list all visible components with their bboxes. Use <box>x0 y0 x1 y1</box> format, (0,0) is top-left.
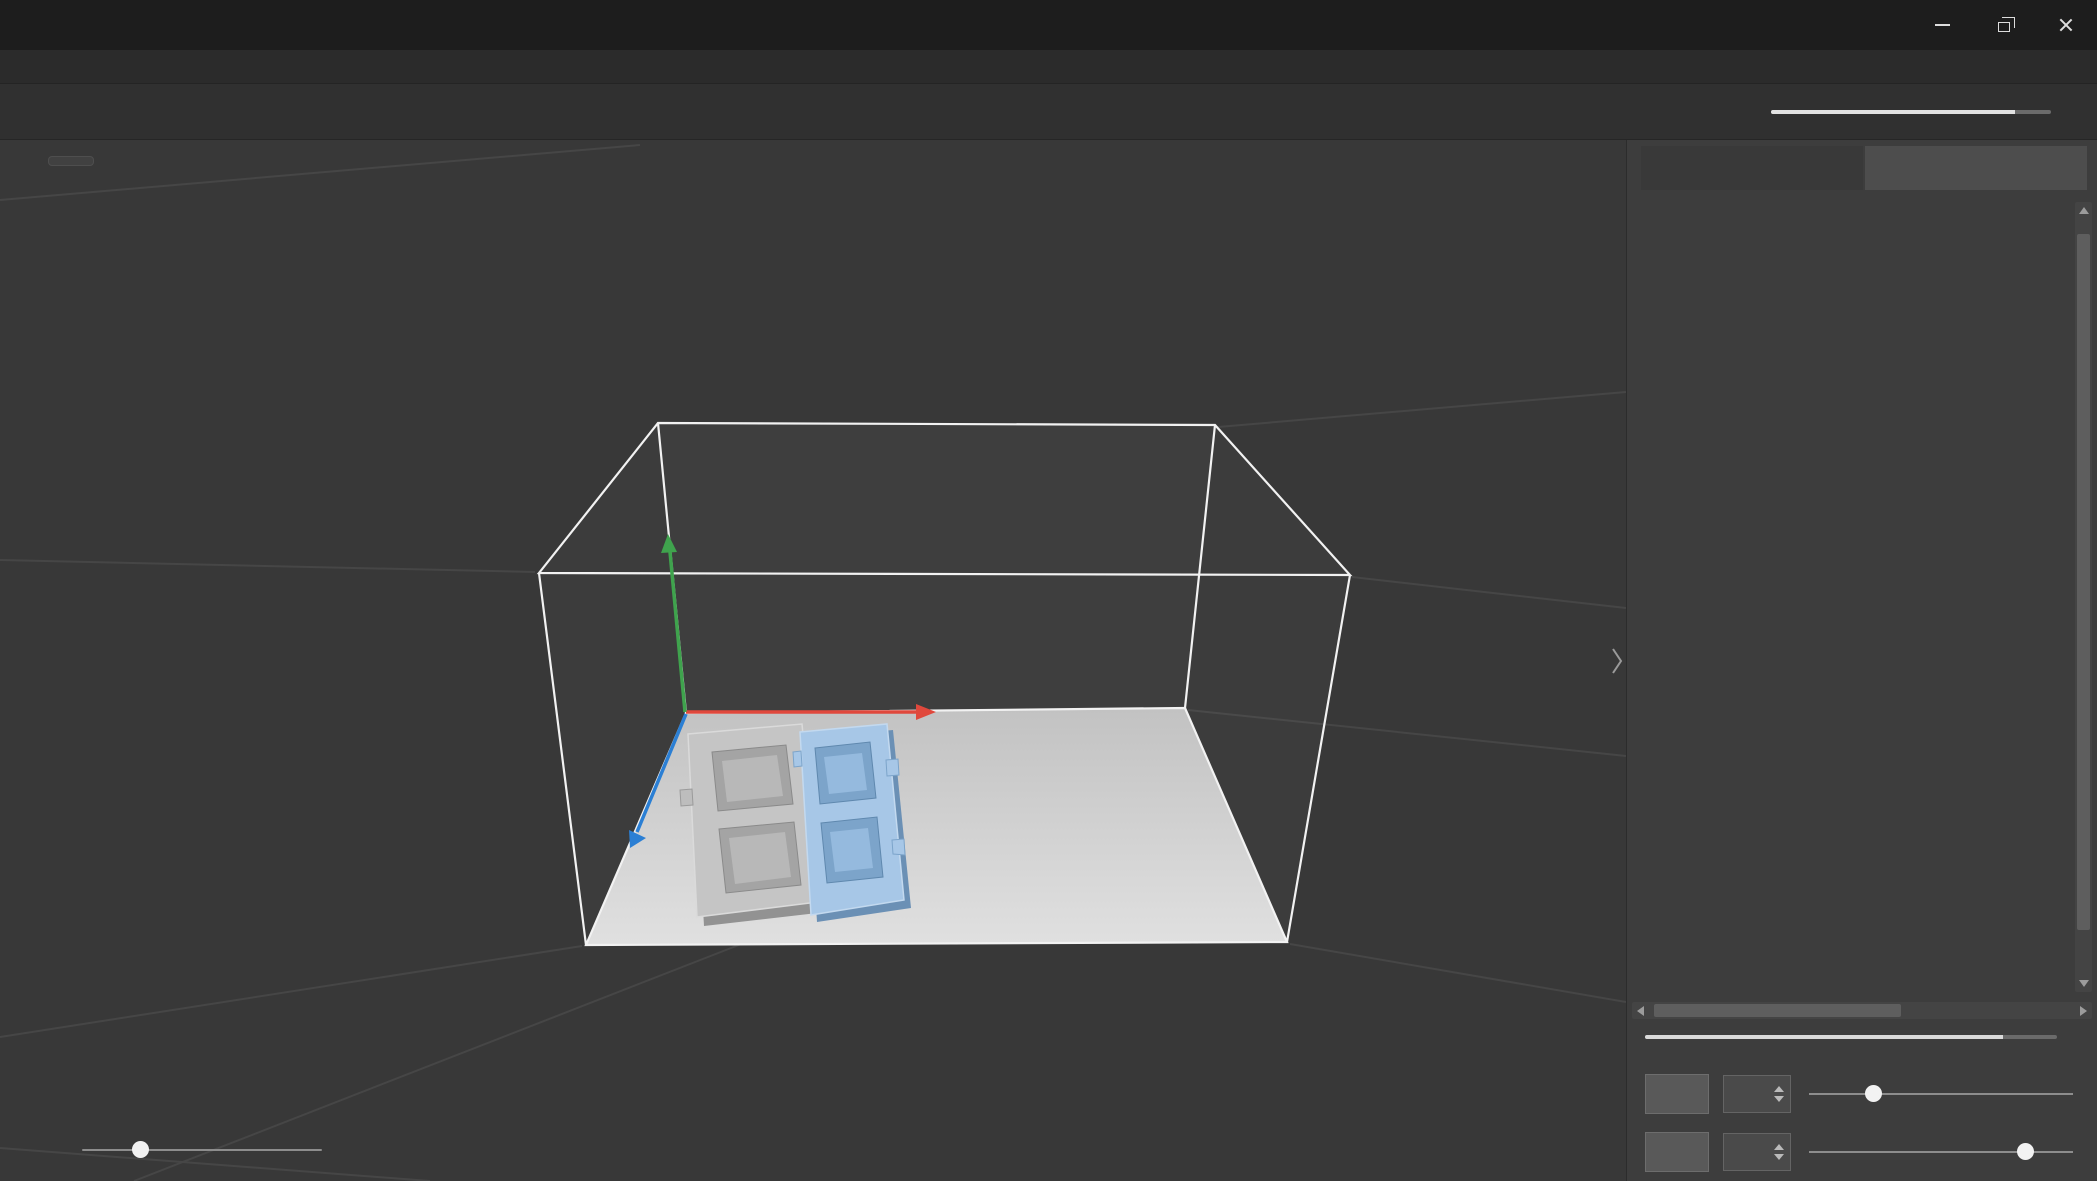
scroll-up-button[interactable] <box>2075 202 2092 219</box>
tab-gcode[interactable] <box>1865 146 2087 190</box>
tab-model[interactable] <box>1641 146 1863 190</box>
last-line-row <box>1627 1123 2097 1181</box>
window-controls <box>1911 0 2097 50</box>
menubar <box>0 50 2097 84</box>
scroll-left-button[interactable] <box>1632 1002 1649 1019</box>
loading-group <box>1753 110 2097 114</box>
spinner-buttons <box>1772 1144 1790 1160</box>
gcode-horizontal-scrollbar[interactable] <box>1632 1002 2092 1019</box>
last-line-slider[interactable] <box>1805 1132 2077 1172</box>
first-line-button[interactable] <box>1645 1074 1709 1114</box>
vertical-scroll-track[interactable] <box>2075 219 2092 975</box>
right-panel-collapse-handle[interactable] <box>1610 639 1624 683</box>
spinner-up-icon[interactable] <box>1774 1086 1784 1092</box>
first-line-spinner[interactable] <box>1723 1075 1791 1113</box>
first-line-slider[interactable] <box>1805 1074 2077 1114</box>
spinner-down-icon[interactable] <box>1774 1154 1784 1160</box>
left-tool-panel <box>48 156 94 166</box>
triangle-left-icon <box>1637 1006 1644 1016</box>
viewport-zoom-control <box>66 1149 338 1151</box>
first-line-slider-thumb[interactable] <box>1865 1085 1882 1102</box>
gcode-progress-row <box>1627 1019 2097 1047</box>
gcode-progress-bar[interactable] <box>1645 1035 2057 1039</box>
loading-progress-fill <box>1771 110 2015 114</box>
close-button[interactable] <box>2035 0 2097 50</box>
gcode-panel <box>1626 140 2097 1181</box>
restore-icon <box>1998 22 2010 32</box>
last-line-spinner[interactable] <box>1723 1133 1791 1171</box>
gcode-vertical-scrollbar[interactable] <box>2075 202 2092 992</box>
scroll-down-button[interactable] <box>2075 975 2092 992</box>
viewport-zoom-slider[interactable] <box>82 1149 322 1151</box>
minimize-icon <box>1935 24 1950 26</box>
first-line-slider-track <box>1809 1093 2073 1095</box>
last-line-slider-thumb[interactable] <box>2017 1143 2034 1160</box>
horizontal-scroll-track[interactable] <box>1649 1002 2075 1019</box>
spinner-up-icon[interactable] <box>1774 1144 1784 1150</box>
close-icon <box>2057 16 2075 34</box>
titlebar <box>0 0 2097 50</box>
triangle-right-icon <box>2080 1006 2087 1016</box>
minimize-button[interactable] <box>1911 0 1973 50</box>
3d-scene <box>0 140 1626 1181</box>
first-line-row <box>1627 1065 2097 1123</box>
build-volume <box>539 423 1350 945</box>
back-wall <box>658 423 1215 713</box>
loading-progress-bar <box>1771 110 2051 114</box>
scroll-right-button[interactable] <box>2075 1002 2092 1019</box>
chevron-right-icon <box>1611 641 1623 681</box>
display-mode-group <box>1627 1047 2097 1065</box>
maximize-button[interactable] <box>1973 0 2035 50</box>
last-line-button[interactable] <box>1645 1132 1709 1172</box>
triangle-up-icon <box>2079 207 2089 214</box>
gcode-progress-fill <box>1645 1035 2003 1039</box>
model-blue[interactable] <box>793 724 911 922</box>
vertical-scroll-thumb[interactable] <box>2077 234 2090 930</box>
gcode-view <box>1627 190 2097 994</box>
horizontal-scroll-thumb[interactable] <box>1654 1004 1901 1017</box>
triangle-down-icon <box>2079 980 2089 987</box>
viewport-3d[interactable] <box>0 140 1626 1181</box>
toolbar <box>0 84 2097 140</box>
spinner-down-icon[interactable] <box>1774 1096 1784 1102</box>
panel-tabbar <box>1627 140 2097 190</box>
spinner-buttons <box>1772 1086 1790 1102</box>
